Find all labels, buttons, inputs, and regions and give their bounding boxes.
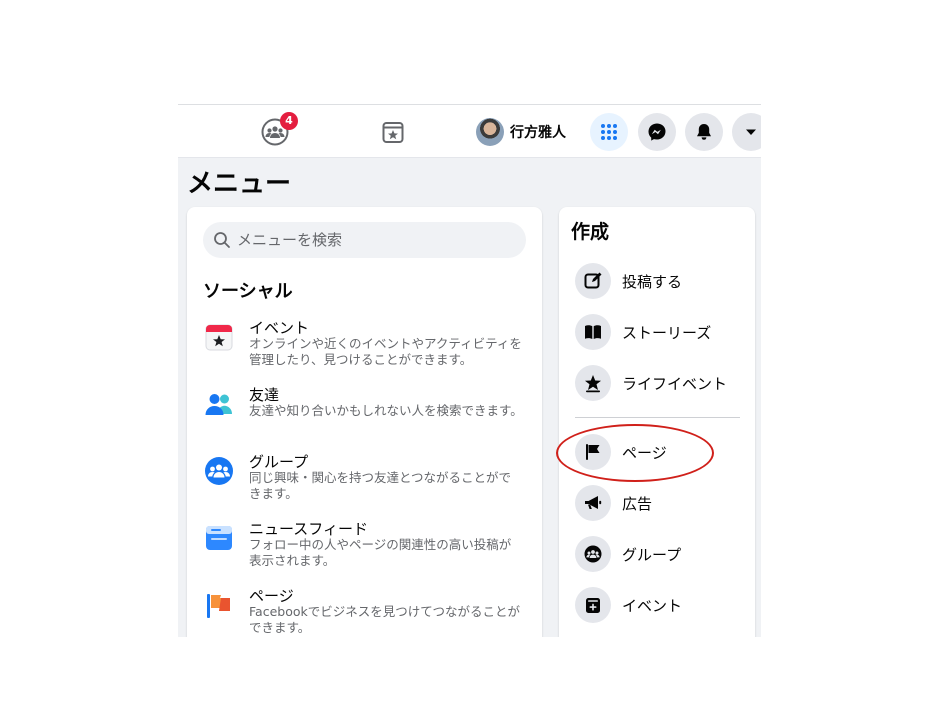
social-item-news-feed[interactable]: ニュースフィード フォロー中の人やページの関連性の高い投稿が表示されます。 [203, 518, 523, 578]
top-navigation-bar: 4 行方雅人 [178, 105, 761, 158]
create-item-label: ライフイベント [622, 375, 728, 393]
create-item-label: グループ [622, 546, 682, 564]
social-item-title: 友達 [249, 386, 280, 404]
create-item-label: ページ [622, 444, 667, 462]
create-item-event[interactable]: イベント [575, 587, 745, 625]
messenger-icon [648, 123, 666, 141]
create-item-label: ストーリーズ [622, 324, 712, 342]
create-item-label: イベント [622, 597, 683, 615]
avatar [476, 118, 504, 146]
social-item-events[interactable]: イベント オンラインや近くのイベントやアクティビティを管理したり、見つけることが… [203, 317, 523, 377]
social-item-description: フォロー中の人やページの関連性の高い投稿が表示されます。 [249, 537, 512, 568]
star-icon [585, 375, 601, 393]
social-item-pages[interactable]: ページ Facebookでビジネスを見つけてつながることができます。 [203, 585, 523, 637]
pages-flag-icon [207, 594, 230, 618]
search-icon [214, 232, 230, 248]
bookmark-star-icon[interactable] [378, 117, 408, 147]
social-item-title: ニュースフィード [249, 520, 368, 538]
notification-count-badge: 4 [280, 112, 298, 130]
social-item-description: オンラインや近くのイベントやアクティビティを管理したり、見つけることができます。 [249, 336, 522, 367]
divider [575, 417, 740, 418]
calendar-icon [205, 324, 233, 351]
social-item-title: ページ [249, 587, 294, 605]
create-item-label: 広告 [622, 495, 653, 513]
notifications-button[interactable] [685, 113, 723, 151]
social-item-friends[interactable]: 友達 友達や知り合いかもしれない人を検索できます。 [203, 384, 523, 444]
create-item-life-event[interactable]: ライフイベント [575, 365, 745, 403]
facebook-menu-screenshot: 4 行方雅人 メニュー ソーシャル イベント オン [178, 104, 761, 637]
bell-icon [697, 124, 711, 140]
book-icon [585, 325, 601, 339]
event-icon [586, 598, 600, 613]
menu-grid-button[interactable] [590, 113, 628, 151]
social-section-title: ソーシャル [203, 281, 293, 302]
profile-name: 行方雅人 [510, 125, 566, 141]
profile-shortcut[interactable]: 行方雅人 [476, 117, 566, 147]
social-item-title: イベント [249, 319, 310, 337]
create-section-title: 作成 [571, 221, 610, 243]
account-menu-button[interactable] [732, 113, 761, 151]
caret-down-icon [746, 129, 756, 135]
create-item-label: 投稿する [622, 273, 683, 291]
create-menu-card: 作成 投稿する ストーリーズ ライフイベント ページ 広告 グループ イベント [559, 207, 755, 637]
social-menu-card: ソーシャル イベント オンラインや近くのイベントやアクティビティを管理したり、見… [187, 207, 542, 637]
create-item-stories[interactable]: ストーリーズ [575, 314, 745, 352]
groups-icon [584, 545, 602, 563]
groups-icon [205, 457, 233, 485]
social-item-description: 同じ興味・関心を持つ友達とつながることができます。 [249, 470, 512, 501]
page-title: メニュー [187, 169, 292, 199]
create-item-post[interactable]: 投稿する [575, 263, 745, 301]
search-input[interactable] [235, 230, 519, 250]
flag-icon [586, 444, 600, 460]
social-item-groups[interactable]: グループ 同じ興味・関心を持つ友達とつながることができます。 [203, 451, 523, 511]
megaphone-icon [585, 496, 602, 509]
social-item-description: 友達や知り合いかもしれない人を検索できます。 [249, 403, 523, 418]
create-item-group[interactable]: グループ [575, 536, 745, 574]
friends-icon [205, 394, 232, 415]
grid-icon [601, 124, 617, 140]
social-item-description: Facebookでビジネスを見つけてつながることができます。 [249, 604, 520, 635]
messenger-button[interactable] [638, 113, 676, 151]
create-item-ad[interactable]: 広告 [575, 485, 745, 523]
compose-icon [584, 272, 602, 289]
menu-search-box[interactable] [203, 222, 526, 258]
news-feed-icon [206, 526, 232, 550]
create-item-page[interactable]: ページ [575, 434, 745, 472]
social-item-title: グループ [249, 453, 309, 471]
